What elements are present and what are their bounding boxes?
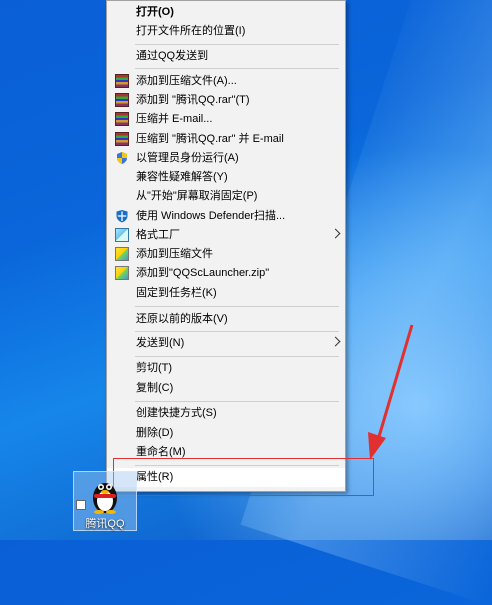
shortcut-arrow-icon	[76, 500, 86, 510]
menu-item-label: 固定到任务栏(K)	[136, 287, 217, 299]
menu-item-label: 创建快捷方式(S)	[136, 407, 217, 419]
menu-separator	[135, 68, 339, 69]
menu-item-delete[interactable]: 删除(D)	[107, 424, 345, 443]
zip-icon	[115, 247, 129, 261]
menu-separator	[135, 306, 339, 307]
menu-item-copy[interactable]: 复制(C)	[107, 379, 345, 398]
menu-item-restore-previous[interactable]: 还原以前的版本(V)	[107, 310, 345, 329]
menu-item-cut[interactable]: 剪切(T)	[107, 359, 345, 378]
format-factory-icon	[115, 228, 129, 242]
menu-separator	[135, 44, 339, 45]
menu-item-label: 还原以前的版本(V)	[136, 313, 228, 325]
menu-item-label: 复制(C)	[136, 382, 174, 394]
menu-item-compat-troubleshoot[interactable]: 兼容性疑难解答(Y)	[107, 168, 345, 187]
menu-item-add-to-rar[interactable]: 添加到 "腾讯QQ.rar"(T)	[107, 91, 345, 110]
annotation-arrow	[368, 324, 414, 460]
desktop-shortcut-label: 腾讯QQ	[85, 518, 125, 530]
menu-item-defender-scan[interactable]: 使用 Windows Defender扫描...	[107, 207, 345, 226]
menu-item-label: 剪切(T)	[136, 362, 173, 374]
annotation-highlight-box	[113, 458, 374, 496]
menu-item-send-via-qq[interactable]: 通过QQ发送到	[107, 47, 345, 66]
menu-item-create-shortcut[interactable]: 创建快捷方式(S)	[107, 404, 345, 423]
menu-item-label: 从"开始"屏幕取消固定(P)	[136, 190, 258, 202]
winrar-icon	[115, 112, 129, 126]
menu-item-label: 添加到压缩文件(A)...	[136, 75, 237, 87]
menu-item-compress-to-rar-email[interactable]: 压缩到 "腾讯QQ.rar" 并 E-mail	[107, 130, 345, 149]
menu-item-label: 删除(D)	[136, 427, 174, 439]
menu-item-format-factory[interactable]: 格式工厂	[107, 226, 345, 245]
menu-item-label: 通过QQ发送到	[136, 50, 209, 62]
winrar-icon	[115, 93, 129, 107]
menu-item-add-to-qqsclauncher-zip[interactable]: 添加到"QQScLauncher.zip"	[107, 264, 345, 283]
menu-separator	[135, 331, 339, 332]
menu-item-label: 格式工厂	[136, 229, 180, 241]
menu-item-run-as-admin[interactable]: 以管理员身份运行(A)	[107, 149, 345, 168]
zip-icon	[115, 266, 129, 280]
menu-item-label: 压缩到 "腾讯QQ.rar" 并 E-mail	[136, 133, 284, 145]
context-menu: 打开(O) 打开文件所在的位置(I) 通过QQ发送到 添加到压缩文件(A)...…	[106, 0, 346, 492]
menu-item-open[interactable]: 打开(O)	[107, 3, 345, 22]
menu-item-label: 发送到(N)	[136, 337, 185, 349]
menu-item-label: 压缩并 E-mail...	[136, 113, 213, 125]
menu-item-label: 打开文件所在的位置(I)	[136, 25, 246, 37]
menu-item-compress-email[interactable]: 压缩并 E-mail...	[107, 110, 345, 129]
menu-item-label: 使用 Windows Defender扫描...	[136, 210, 286, 222]
winrar-icon	[115, 74, 129, 88]
menu-separator	[135, 401, 339, 402]
menu-item-send-to[interactable]: 发送到(N)	[107, 334, 345, 353]
winrar-icon	[115, 132, 129, 146]
shield-icon	[115, 151, 129, 165]
menu-separator	[135, 356, 339, 357]
menu-item-add-to-archive[interactable]: 添加到压缩文件(A)...	[107, 72, 345, 91]
menu-item-unpin-start[interactable]: 从"开始"屏幕取消固定(P)	[107, 187, 345, 206]
chevron-right-icon	[330, 228, 341, 239]
menu-item-label: 打开(O)	[136, 6, 174, 18]
menu-item-pin-taskbar[interactable]: 固定到任务栏(K)	[107, 284, 345, 303]
menu-item-label: 以管理员身份运行(A)	[136, 152, 239, 164]
menu-item-add-to-zip[interactable]: 添加到压缩文件	[107, 245, 345, 264]
menu-item-label: 添加到"QQScLauncher.zip"	[136, 267, 270, 279]
menu-item-open-file-location[interactable]: 打开文件所在的位置(I)	[107, 22, 345, 41]
chevron-right-icon	[330, 336, 341, 347]
defender-icon	[115, 209, 129, 223]
menu-item-label: 添加到压缩文件	[136, 248, 213, 260]
qq-penguin-icon	[93, 483, 117, 514]
menu-item-label: 添加到 "腾讯QQ.rar"(T)	[136, 94, 250, 106]
menu-item-label: 兼容性疑难解答(Y)	[136, 171, 228, 183]
